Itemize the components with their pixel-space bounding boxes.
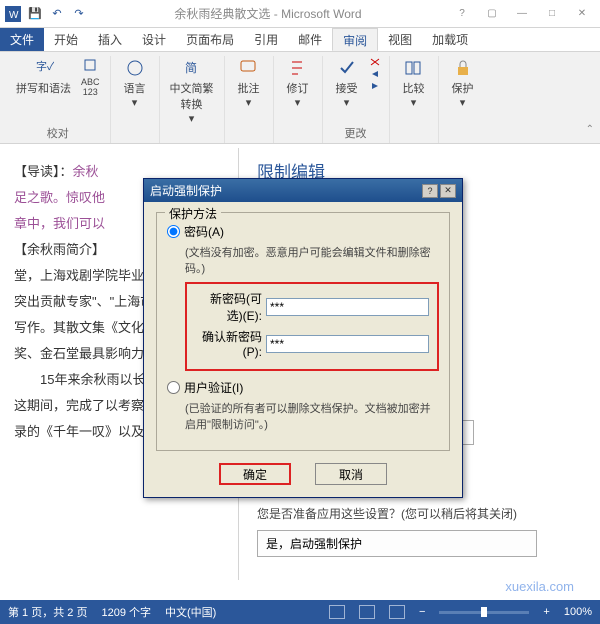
start-enforcing-dialog: 启动强制保护 ? ✕ 保护方法 密码(A) (文档没有加密。恶意用户可能会编辑文… — [143, 178, 463, 498]
watermark: xuexila.com — [505, 579, 574, 594]
book-icon — [83, 58, 97, 72]
page-status[interactable]: 第 1 页，共 2 页 — [8, 604, 87, 620]
maximize-button[interactable]: □ — [538, 4, 566, 24]
tracking-button[interactable]: 修订▾ — [280, 56, 316, 111]
tab-references[interactable]: 引用 — [244, 28, 288, 51]
user-auth-radio[interactable] — [167, 381, 180, 394]
tab-home[interactable]: 开始 — [44, 28, 88, 51]
spelling-button[interactable]: 字✓ 拼写和语法 — [12, 56, 75, 98]
redo-icon[interactable]: ↷ — [70, 5, 88, 23]
ribbon: 字✓ 拼写和语法 ABC123 校对 语言▾ 简中文简繁 转换▾ 批注▾ 修订▾ — [0, 52, 600, 144]
save-icon[interactable]: 💾 — [26, 5, 44, 23]
collapse-ribbon-icon[interactable]: ⌃ — [586, 124, 594, 135]
password-hint: (文档没有加密。恶意用户可能会编辑文件和删除密码。) — [185, 244, 439, 276]
tab-design[interactable]: 设计 — [132, 28, 176, 51]
read-mode-icon[interactable] — [329, 605, 345, 619]
user-auth-radio-label: 用户验证(I) — [184, 379, 243, 396]
undo-icon[interactable]: ↶ — [48, 5, 66, 23]
new-password-input[interactable] — [266, 298, 429, 316]
compare-icon — [404, 58, 424, 78]
tab-review[interactable]: 审阅 — [332, 28, 378, 51]
compare-button[interactable]: 比较▾ — [396, 56, 432, 111]
accept-icon — [337, 58, 357, 78]
ready-question: 您是否准备应用这些设置？(您可以稍后将其关闭) — [257, 505, 582, 522]
tab-layout[interactable]: 页面布局 — [176, 28, 244, 51]
start-enforcing-button[interactable]: 是，启动强制保护 — [257, 530, 537, 557]
web-layout-icon[interactable] — [389, 605, 405, 619]
zoom-level[interactable]: 100% — [564, 606, 592, 618]
user-auth-hint: (已验证的所有者可以删除文档保护。文档被加密并启用"限制访问"。) — [185, 400, 439, 432]
zoom-out-button[interactable]: − — [419, 606, 425, 618]
prev-icon — [368, 69, 382, 79]
next-icon — [368, 81, 382, 91]
new-password-label: 新密码(可选)(E): — [195, 290, 262, 324]
minimize-button[interactable]: — — [508, 4, 536, 24]
close-button[interactable]: ✕ — [568, 4, 596, 24]
comment-icon — [239, 58, 259, 78]
next-change-button[interactable] — [367, 80, 383, 92]
prev-change-button[interactable] — [367, 68, 383, 80]
convert-icon: 简 — [182, 58, 202, 78]
fieldset-legend: 保护方法 — [165, 205, 221, 222]
group-proofing-label: 校对 — [47, 123, 69, 143]
thesaurus-button[interactable] — [77, 56, 104, 74]
tab-insert[interactable]: 插入 — [88, 28, 132, 51]
wordcount-button[interactable]: ABC123 — [77, 75, 104, 99]
confirm-password-input[interactable] — [266, 335, 429, 353]
tracking-icon — [288, 58, 308, 78]
print-layout-icon[interactable] — [359, 605, 375, 619]
zoom-slider[interactable] — [439, 611, 529, 614]
language-button[interactable]: 语言▾ — [117, 56, 153, 111]
tab-mailings[interactable]: 邮件 — [288, 28, 332, 51]
tab-view[interactable]: 视图 — [378, 28, 422, 51]
group-changes-label: 更改 — [345, 123, 367, 143]
ok-button[interactable]: 确定 — [219, 463, 291, 485]
reject-button[interactable] — [367, 56, 383, 68]
password-fields-highlight: 新密码(可选)(E): 确认新密码(P): — [185, 282, 439, 371]
help-button[interactable]: ? — [448, 4, 476, 24]
cancel-button[interactable]: 取消 — [315, 463, 387, 485]
zoom-in-button[interactable]: + — [543, 606, 549, 618]
chinese-conversion-button[interactable]: 简中文简繁 转换▾ — [166, 56, 218, 127]
svg-text:字✓: 字✓ — [36, 59, 54, 73]
dialog-title: 启动强制保护 — [150, 182, 222, 199]
password-radio[interactable] — [167, 225, 180, 238]
accept-button[interactable]: 接受▾ — [329, 56, 365, 111]
lock-icon — [453, 58, 473, 78]
tab-addins[interactable]: 加载项 — [422, 28, 478, 51]
reject-icon — [368, 57, 382, 67]
comments-button[interactable]: 批注▾ — [231, 56, 267, 111]
protect-button[interactable]: 保护▾ — [445, 56, 481, 111]
confirm-password-label: 确认新密码(P): — [195, 328, 262, 359]
password-radio-label: 密码(A) — [184, 223, 224, 240]
wordcount-status[interactable]: 1209 个字 — [101, 604, 151, 620]
tab-file[interactable]: 文件 — [0, 28, 44, 51]
status-bar: 第 1 页，共 2 页 1209 个字 中文(中国) − + 100% — [0, 600, 600, 624]
language-status[interactable]: 中文(中国) — [165, 604, 216, 620]
spelling-icon: 字✓ — [34, 58, 54, 78]
dialog-close-button[interactable]: ✕ — [440, 184, 456, 198]
window-title: 余秋雨经典散文选 - Microsoft Word — [88, 5, 448, 22]
globe-icon — [125, 58, 145, 78]
ribbon-options-button[interactable]: ▢ — [478, 4, 506, 24]
svg-text:W: W — [9, 10, 19, 21]
dialog-help-button[interactable]: ? — [422, 184, 438, 198]
svg-text:简: 简 — [185, 61, 197, 75]
ribbon-tabs: 文件 开始 插入 设计 页面布局 引用 邮件 审阅 视图 加载项 — [0, 28, 600, 52]
word-icon: W — [4, 5, 22, 23]
